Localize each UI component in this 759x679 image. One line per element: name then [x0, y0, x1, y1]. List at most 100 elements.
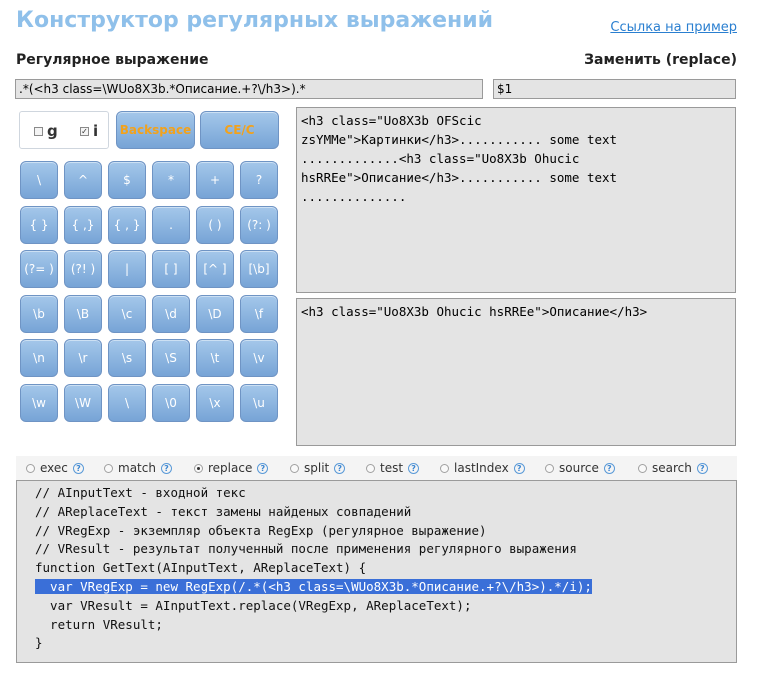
flag-g-checkbox[interactable]	[34, 126, 43, 136]
code-line: }	[35, 634, 736, 653]
code-line-text: var VRegExp = new RegExp(/.*(<h3 class=\…	[35, 578, 592, 594]
code-line-text: var VResult = AInputText.replace(VRegExp…	[35, 597, 472, 613]
regex-token-button[interactable]: [\b]	[240, 250, 278, 288]
regex-token-button[interactable]: (?= )	[20, 250, 58, 288]
replace-label: Заменить (replace)	[584, 52, 737, 68]
code-line: // AInputText - входной текс	[35, 484, 736, 503]
help-icon[interactable]: ?	[696, 462, 708, 474]
replace-radio[interactable]	[194, 463, 203, 473]
tab-match-label: match	[118, 461, 156, 475]
regex-token-button[interactable]: { ,}	[64, 205, 102, 244]
regex-token-button[interactable]: \x	[196, 383, 234, 422]
help-icon[interactable]: ?	[603, 462, 615, 474]
code-line: var VResult = AInputText.replace(VRegExp…	[35, 597, 736, 616]
tab-source[interactable]: source ?	[545, 461, 615, 475]
flag-i-checkbox[interactable]: ✓	[80, 126, 89, 136]
regex-token-button[interactable]: \w	[20, 383, 58, 422]
tab-exec[interactable]: exec ?	[26, 461, 84, 475]
tab-test-label: test	[380, 461, 404, 475]
method-tabs: exec ? match ? replace ? split ? test ? …	[16, 456, 737, 480]
tab-replace[interactable]: replace ?	[194, 461, 269, 475]
flag-i[interactable]: ✓ i	[80, 122, 98, 140]
code-line: // AReplaceText - текст замены найденых …	[35, 503, 736, 522]
regex-token-button[interactable]: \t	[196, 339, 234, 377]
help-icon[interactable]: ?	[334, 462, 346, 474]
regex-token-button[interactable]: $	[108, 161, 146, 199]
regex-token-button[interactable]: \s	[108, 339, 146, 377]
split-radio[interactable]	[290, 463, 299, 473]
tab-search-label: search	[652, 461, 692, 475]
help-icon[interactable]: ?	[257, 462, 269, 474]
regex-input[interactable]: .*(<h3 class=\WUo8X3b.*Описание.+?\/h3>)…	[15, 79, 483, 99]
result-text-area[interactable]: <h3 class="Uo8X3b Ohucic hsRREe">Описани…	[296, 298, 736, 446]
help-icon[interactable]: ?	[408, 462, 420, 474]
code-line: function GetText(AInputText, AReplaceTex…	[35, 559, 736, 578]
regex-token-button[interactable]: \D	[196, 294, 234, 333]
regex-token-button[interactable]: ^	[64, 161, 102, 199]
code-line-text: // AReplaceText - текст замены найденых …	[35, 503, 412, 519]
regex-token-button[interactable]: ( )	[196, 205, 234, 244]
tab-replace-label: replace	[208, 461, 253, 475]
regex-token-button[interactable]: \n	[20, 339, 58, 377]
regex-label: Регулярное выражение	[16, 52, 209, 68]
code-line-text: // VResult - результат полученный после …	[35, 541, 577, 557]
code-line: return VResult;	[35, 616, 736, 635]
regex-token-button[interactable]: \r	[64, 339, 102, 377]
regex-token-button[interactable]: (?: )	[240, 205, 278, 244]
search-radio[interactable]	[638, 463, 647, 473]
regex-token-button[interactable]: +	[196, 161, 234, 199]
tab-source-label: source	[559, 461, 599, 475]
code-line-text: // AInputText - входной текс	[35, 485, 246, 500]
help-icon[interactable]: ?	[160, 462, 172, 474]
code-line: var VRegExp = new RegExp(/.*(<h3 class=\…	[35, 578, 736, 597]
flags-panel: g ✓ i	[19, 111, 109, 149]
clear-button[interactable]: CE/C	[200, 111, 279, 149]
regex-token-button[interactable]: \u	[240, 383, 278, 422]
backspace-button[interactable]: Backspace	[116, 111, 195, 149]
match-radio[interactable]	[104, 463, 113, 473]
tab-match[interactable]: match ?	[104, 461, 172, 475]
tab-search[interactable]: search ?	[638, 461, 708, 475]
regex-token-button[interactable]: \	[108, 383, 146, 422]
regex-token-button[interactable]: (?! )	[64, 250, 102, 288]
tab-exec-label: exec	[40, 461, 68, 475]
replace-input[interactable]: $1	[493, 79, 736, 99]
code-line: // VResult - результат полученный после …	[35, 540, 736, 559]
example-link[interactable]: Ссылка на пример	[610, 20, 737, 35]
regex-token-button[interactable]: \W	[64, 383, 102, 422]
help-icon[interactable]: ?	[513, 462, 525, 474]
regex-token-button[interactable]: .	[152, 205, 190, 244]
regex-token-button[interactable]: \f	[240, 294, 278, 333]
regex-token-button[interactable]: \B	[64, 294, 102, 333]
help-icon[interactable]: ?	[72, 462, 84, 474]
regex-token-button[interactable]: [^ ]	[196, 250, 234, 288]
exec-radio[interactable]	[26, 463, 35, 473]
tab-split[interactable]: split ?	[290, 461, 346, 475]
regex-token-button[interactable]: \0	[152, 383, 190, 422]
regex-token-button[interactable]: [ ]	[152, 250, 190, 288]
code-line-text: function GetText(AInputText, AReplaceTex…	[35, 560, 367, 576]
regex-token-button[interactable]: *	[152, 161, 190, 199]
lastindex-radio[interactable]	[440, 463, 449, 473]
regex-token-button[interactable]: \	[20, 161, 58, 199]
flag-g-label: g	[47, 122, 58, 140]
regex-token-button[interactable]: { , }	[108, 205, 146, 244]
generated-code[interactable]: // AInputText - входной текс // AReplaceT…	[16, 480, 737, 663]
source-text-area[interactable]: <h3 class="Uo8X3b OFScic zsYMMe">Картинк…	[296, 107, 736, 293]
tab-lastindex[interactable]: lastIndex ?	[440, 461, 525, 475]
flag-g[interactable]: g	[34, 122, 58, 140]
regex-token-button[interactable]: |	[108, 250, 146, 288]
regex-token-button[interactable]: \b	[20, 294, 58, 333]
regex-token-button[interactable]: \d	[152, 294, 190, 333]
regex-token-button[interactable]: \c	[108, 294, 146, 333]
regex-token-button[interactable]: { }	[20, 205, 58, 244]
tab-test[interactable]: test ?	[366, 461, 420, 475]
regex-token-button[interactable]: \S	[152, 339, 190, 377]
code-line-text: return VResult;	[35, 616, 163, 632]
flag-i-label: i	[93, 122, 99, 140]
test-radio[interactable]	[366, 463, 375, 473]
page-title: Конструктор регулярных выражений	[16, 8, 494, 33]
regex-token-button[interactable]: \v	[240, 339, 278, 377]
source-radio[interactable]	[545, 463, 554, 473]
regex-token-button[interactable]: ?	[240, 161, 278, 199]
